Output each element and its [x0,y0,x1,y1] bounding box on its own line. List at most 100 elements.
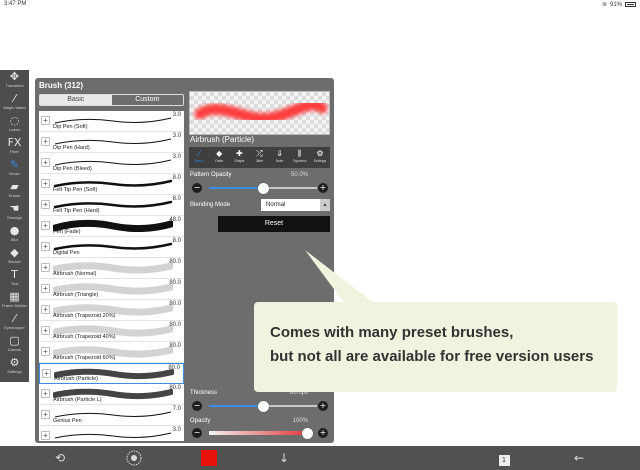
brush-list-item[interactable]: +3.0 Dip Pen (Bleed) [39,153,184,174]
thickness-plus-button[interactable]: + [318,401,328,411]
add-brush-button[interactable]: + [41,305,50,314]
add-brush-button[interactable]: + [41,221,50,230]
brush-size: 3.0 [172,133,181,139]
add-brush-button[interactable]: + [41,158,50,167]
brush-list-item[interactable]: +80.0 Airbrush (Trapezoid 20%) [39,300,184,321]
brush-name: Airbrush (Triangle) [53,292,99,298]
brush-list-item[interactable]: +80.0 Airbrush (Trapezoid 40%) [39,321,184,342]
tool-label: Brush [9,171,20,176]
opacity-minus-button[interactable]: − [192,428,202,438]
add-brush-button[interactable]: + [41,137,50,146]
tool-canvas[interactable]: ▢ Canvas [0,334,29,356]
lasso-icon: ◌ [9,114,20,127]
add-brush-button[interactable]: + [41,410,50,419]
tool-eraser[interactable]: ▰ Eraser [0,180,29,202]
tab-label: Settings [313,159,327,163]
reset-button[interactable]: Reset [218,216,330,232]
brush-list-item[interactable]: +80.0 Airbrush (Trapezoid 60%) [39,342,184,363]
tab-fade[interactable]: ◆ Fade [209,147,229,168]
brush-list-item[interactable]: +48.0 Pen (Fade) [39,216,184,237]
brush-list-item[interactable]: +3.0 Dip Pen (Soft) [39,111,184,132]
down-arrow-icon[interactable]: ↓ [276,450,292,466]
brush-list-item[interactable]: +80.0 Airbrush (Normal) [39,258,184,279]
pattern-opacity-plus-button[interactable]: + [318,183,328,193]
tool-bucket[interactable]: ◆ Bucket [0,246,29,268]
status-time: 3:47 PM [4,1,27,7]
pattern-opacity-label: Pattern Opacity [190,172,232,178]
brush-list[interactable]: +3.0 Dip Pen (Soft) +3.0 Dip Pen (Hard) +3.0… [39,111,184,441]
tool-blur[interactable]: ● Blur [0,224,29,246]
brush-size: 48.0 [169,217,181,223]
tool-magic-wand[interactable]: ⁄ Magic Wand [0,92,29,114]
brush-list-item[interactable]: +3.0 Dip Pen (Hard) [39,132,184,153]
brush-name: Airbrush (Trapezoid 40%) [53,334,116,340]
brush-panel-title: Brush (312) [39,81,84,90]
blending-mode-label: Blending Mode [190,202,231,208]
brush-list-item[interactable]: +7.0 Genius Pen [39,405,184,426]
brush-size-icon[interactable] [125,450,143,466]
brush-property-tabs: ⁄ Basic ◆ Fade ✚ Shape ⤮ Jitter ⇓ Note ⫼ Dynamic ⚙ Se… [189,147,330,168]
add-brush-button[interactable]: + [41,116,50,125]
pattern-opacity-knob[interactable] [258,183,269,194]
add-brush-button[interactable]: + [41,200,50,209]
tab-basic[interactable]: Basic [40,95,112,105]
add-brush-button[interactable]: + [41,242,50,251]
add-brush-button[interactable]: + [42,369,51,378]
quick-menu-icon[interactable]: ⟲ [52,450,68,466]
tab-jitter[interactable]: ⤮ Jitter [249,147,269,168]
opacity-label: Opacity [190,418,211,424]
back-arrow-icon[interactable]: ← [570,450,588,466]
tool-label: Magic Wand [3,105,26,110]
brush-preview-stroke [194,99,328,124]
tool-text[interactable]: T Text [0,268,29,290]
brush-list-item[interactable]: +80.0 Airbrush (Particle) [39,363,184,384]
tab-basic[interactable]: ⁄ Basic [189,147,209,168]
brush-list-item[interactable]: +80.0 Airbrush (Particle L) [39,384,184,405]
tab-settings[interactable]: ⚙ Settings [310,147,330,168]
brush-list-item[interactable]: +8.0 Felt Tip Pen (Hard) [39,195,184,216]
blending-mode-select[interactable]: Normal ▲ [261,199,330,211]
tab-note[interactable]: ⇓ Note [270,147,290,168]
add-brush-button[interactable]: + [41,431,50,440]
add-brush-button[interactable]: + [41,284,50,293]
add-brush-button[interactable]: + [41,347,50,356]
color-swatch[interactable] [201,450,217,466]
brush-list-item[interactable]: +8.0 Digital Pen [39,237,184,258]
layers-icon[interactable]: 1 [496,450,512,466]
layer-count: 1 [498,455,510,466]
opacity-knob[interactable] [302,428,313,439]
brush-name: Airbrush (Normal) [53,271,97,277]
brush-list-item[interactable]: +8.0 Felt Tip Pen (Soft) [39,174,184,195]
add-brush-button[interactable]: + [41,179,50,188]
brush-icon: ✎ [9,158,20,171]
add-brush-button[interactable]: + [41,389,50,398]
pattern-opacity-fill [209,187,263,189]
tool-smudge[interactable]: ☚ Smudge [0,202,29,224]
tab-shape[interactable]: ✚ Shape [229,147,249,168]
brush-size: 80.0 [169,343,181,349]
tool-transform[interactable]: ✥ Transform [0,70,29,92]
frame-divider-icon: ▦ [9,290,20,303]
tool-filter[interactable]: FX Filter [0,136,29,158]
tab-dynamic[interactable]: ⫼ Dynamic [290,147,310,168]
thickness-minus-button[interactable]: − [192,401,202,411]
text-icon: T [11,268,18,281]
brush-preview [189,91,330,135]
add-brush-button[interactable]: + [41,326,50,335]
pattern-opacity-minus-button[interactable]: − [192,183,202,193]
add-brush-button[interactable]: + [41,263,50,272]
tool-brush[interactable]: ✎ Brush [0,158,29,180]
thickness-label: Thickness [190,390,218,396]
tab-custom[interactable]: Custom [111,95,183,105]
brush-list-item[interactable]: +3.0 [39,426,184,441]
tool-lasso[interactable]: ◌ Lasso [0,114,29,136]
thickness-knob[interactable] [258,401,269,412]
tool-eyedropper[interactable]: ⁄ Eyedropper [0,312,29,334]
tool-settings[interactable]: ⚙ Settings [0,356,29,378]
pen-icon: ⁄ [198,149,200,158]
opacity-slider[interactable] [209,431,307,435]
brush-name: Airbrush (Trapezoid 60%) [53,355,116,361]
opacity-plus-button[interactable]: + [318,428,328,438]
brush-list-item[interactable]: +80.0 Airbrush (Triangle) [39,279,184,300]
tool-frame-divider[interactable]: ▦ Frame Divider [0,290,29,312]
